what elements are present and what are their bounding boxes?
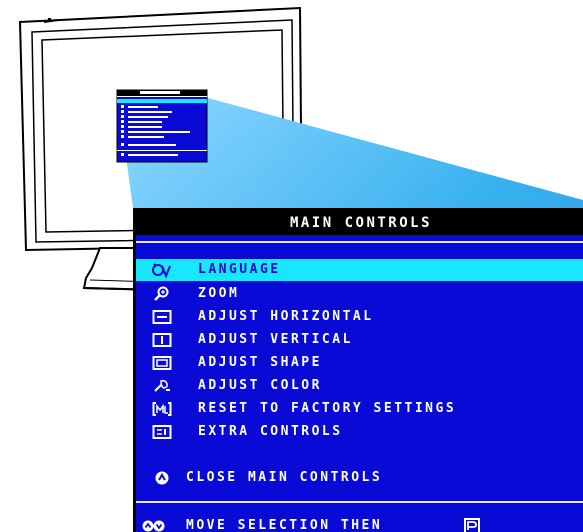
shape-icon [152,356,172,370]
close-main-controls-button[interactable]: CLOSE MAIN CONTROLS [136,467,583,489]
zoom-icon [154,286,169,301]
navigation-hint: MOVE SELECTION THEN [136,515,583,532]
menu-item-label: ADJUST COLOR [198,378,322,393]
menu-separator [136,241,583,243]
menu-item-language[interactable]: LANGUAGE [136,259,583,281]
main-controls-menu: MAIN CONTROLS LANGUAGE ZOOM ADJUST HORIZ… [133,208,583,532]
menu-item-adjust-color[interactable]: ADJUST COLOR [136,375,583,397]
close-label: CLOSE MAIN CONTROLS [186,470,383,485]
menu-item-label: RESET TO FACTORY SETTINGS [198,401,457,416]
menu-item-adjust-horizontal[interactable]: ADJUST HORIZONTAL [136,306,583,328]
menu-item-adjust-shape[interactable]: ADJUST SHAPE [136,352,583,374]
vertical-icon [152,333,172,347]
menu-separator [136,501,583,503]
hint-label: MOVE SELECTION THEN [186,518,383,532]
mini-osd-thumbnail [116,89,208,163]
horizontal-icon [152,310,172,324]
reset-icon [152,402,172,416]
menu-item-zoom[interactable]: ZOOM [136,283,583,305]
color-icon [154,380,170,392]
close-button-icon [155,471,169,485]
language-icon [152,263,171,278]
menu-item-label: ZOOM [198,286,240,301]
menu-item-label: LANGUAGE [198,262,281,277]
osd-illustration: MAIN CONTROLS LANGUAGE ZOOM ADJUST HORIZ… [0,0,583,532]
menu-item-label: ADJUST HORIZONTAL [198,309,374,324]
menu-item-extra-controls[interactable]: EXTRA CONTROLS [136,421,583,443]
menu-item-adjust-vertical[interactable]: ADJUST VERTICAL [136,329,583,351]
menu-title: MAIN CONTROLS [136,211,583,235]
menu-button-icon [464,518,480,532]
up-down-buttons-icon [142,520,165,532]
menu-item-label: ADJUST SHAPE [198,355,322,370]
menu-item-label: EXTRA CONTROLS [198,424,343,439]
menu-item-label: ADJUST VERTICAL [198,332,353,347]
extra-controls-icon [152,425,172,439]
menu-item-reset-factory-settings[interactable]: RESET TO FACTORY SETTINGS [136,398,583,420]
